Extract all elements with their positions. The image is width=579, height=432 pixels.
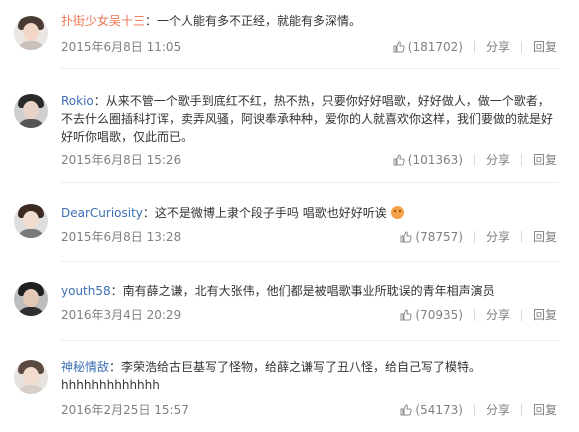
like-count: (70935) [415, 308, 463, 322]
username-link[interactable]: youth58 [61, 284, 111, 298]
separator-line [61, 182, 559, 183]
smile-emoji-icon [390, 206, 404, 219]
avatar[interactable] [14, 94, 48, 128]
comment-text: 一个人能有多不正经，就能有多深情。 [157, 14, 362, 28]
reply-link[interactable]: 回复 [533, 38, 557, 56]
username-link[interactable]: 神秘情敌 [61, 360, 109, 374]
share-link[interactable]: 分享 [486, 228, 510, 246]
divider-bar [473, 231, 475, 243]
comment-actions: (54173) 分享 回复 [400, 401, 557, 419]
like-button[interactable]: (181702) [393, 38, 463, 56]
divider-bar [520, 231, 522, 243]
comment-text: 这不是微博上隶个段子手吗 唱歌也好好听诶 [154, 206, 387, 220]
thumbs-up-icon [400, 404, 413, 416]
comment-body: 神秘情敌：李荣浩给古巨基写了怪物，给薛之谦写了丑八怪，给自己写了模特。hhhhh… [61, 358, 559, 394]
comment-text: 李荣浩给古巨基写了怪物，给薛之谦写了丑八怪，给自己写了模特。hhhhhhhhhh… [61, 360, 482, 392]
avatar[interactable] [14, 282, 48, 316]
comment-item: 神秘情敌：李荣浩给古巨基写了怪物，给薛之谦写了丑八怪，给自己写了模特。hhhhh… [0, 352, 579, 430]
like-button[interactable]: (54173) [400, 401, 463, 419]
comment-body: Rokio：从来不管一个歌手到底红不红，热不热，只要你好好唱歌，好好做人，做一个… [61, 92, 559, 146]
timestamp: 2016年3月4日 20:29 [61, 308, 182, 322]
avatar[interactable] [14, 16, 48, 50]
reply-link[interactable]: 回复 [533, 401, 557, 419]
timestamp: 2016年2月25日 15:57 [61, 403, 189, 417]
comment-body: DearCuriosity：这不是微博上隶个段子手吗 唱歌也好好听诶 [61, 204, 559, 222]
divider-bar [473, 404, 475, 416]
divider-bar [473, 41, 475, 53]
comment-actions: (70935) 分享 回复 [400, 306, 557, 324]
divider-bar [473, 309, 475, 321]
timestamp: 2015年6月8日 13:28 [61, 230, 182, 244]
like-button[interactable]: (70935) [400, 306, 463, 324]
username-link[interactable]: Rokio [61, 94, 94, 108]
divider-bar [520, 404, 522, 416]
avatar[interactable] [14, 204, 48, 238]
comment-meta: 2015年6月8日 11:05 (181702) 分享 回复 [61, 38, 559, 56]
comment-item: youth58：南有薛之谦，北有大张伟，他们都是被唱歌事业所耽误的青年相声演员 … [0, 276, 579, 331]
comment-meta: 2016年2月25日 15:57 (54173) 分享 回复 [61, 401, 559, 419]
share-link[interactable]: 分享 [486, 306, 510, 324]
divider-bar [520, 309, 522, 321]
timestamp: 2015年6月8日 15:26 [61, 153, 182, 167]
share-link[interactable]: 分享 [486, 151, 510, 169]
like-button[interactable]: (101363) [393, 151, 463, 169]
timestamp: 2015年6月8日 11:05 [61, 40, 182, 54]
share-link[interactable]: 分享 [486, 38, 510, 56]
separator-line [61, 68, 559, 69]
comment-actions: (101363) 分享 回复 [393, 151, 557, 169]
reply-link[interactable]: 回复 [533, 151, 557, 169]
thumbs-up-icon [393, 154, 405, 166]
thumbs-up-icon [400, 231, 413, 243]
comment-item: DearCuriosity：这不是微博上隶个段子手吗 唱歌也好好听诶 2015年… [0, 198, 579, 253]
like-button[interactable]: (78757) [400, 228, 463, 246]
reply-link[interactable]: 回复 [533, 306, 557, 324]
comment-meta: 2016年3月4日 20:29 (70935) 分享 回复 [61, 306, 559, 324]
avatar[interactable] [14, 360, 48, 394]
comment-body: 扑街少女吴十三：一个人能有多不正经，就能有多深情。 [61, 12, 559, 30]
comment-actions: (78757) 分享 回复 [400, 228, 557, 246]
colon: ： [142, 206, 155, 220]
like-count: (181702) [407, 40, 463, 54]
comment-text: 从来不管一个歌手到底红不红，热不热，只要你好好唱歌，好好做人，做一个歌者，不去什… [61, 94, 554, 144]
divider-bar [520, 41, 522, 53]
like-count: (101363) [407, 153, 463, 167]
comment-item: Rokio：从来不管一个歌手到底红不红，热不热，只要你好好唱歌，好好做人，做一个… [0, 86, 579, 176]
comment-text: 南有薛之谦，北有大张伟，他们都是被唱歌事业所耽误的青年相声演员 [122, 284, 495, 298]
comment-actions: (181702) 分享 回复 [393, 38, 557, 56]
reply-link[interactable]: 回复 [533, 228, 557, 246]
separator-line [61, 261, 559, 262]
separator-line [61, 340, 559, 341]
comment-meta: 2015年6月8日 13:28 (78757) 分享 回复 [61, 228, 559, 246]
colon: ： [110, 284, 123, 298]
colon: ： [93, 94, 106, 108]
comment-body: youth58：南有薛之谦，北有大张伟，他们都是被唱歌事业所耽误的青年相声演员 [61, 282, 559, 300]
colon: ： [145, 14, 158, 28]
divider-bar [520, 154, 522, 166]
colon: ： [109, 360, 122, 374]
username-link[interactable]: DearCuriosity [61, 206, 143, 220]
divider-bar [473, 154, 475, 166]
comment-list: 扑街少女吴十三：一个人能有多不正经，就能有多深情。 2015年6月8日 11:0… [0, 0, 579, 432]
comment-meta: 2015年6月8日 15:26 (101363) 分享 回复 [61, 151, 559, 169]
like-count: (78757) [415, 230, 463, 244]
share-link[interactable]: 分享 [486, 401, 510, 419]
username-link[interactable]: 扑街少女吴十三 [61, 14, 145, 28]
comment-item: 扑街少女吴十三：一个人能有多不正经，就能有多深情。 2015年6月8日 11:0… [0, 10, 579, 65]
like-count: (54173) [415, 403, 463, 417]
thumbs-up-icon [393, 41, 405, 53]
thumbs-up-icon [400, 309, 413, 321]
